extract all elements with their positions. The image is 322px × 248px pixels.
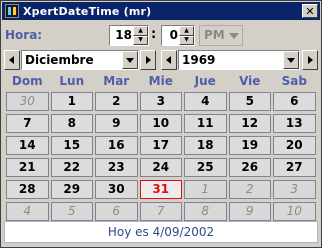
day-cell-other-month[interactable]: 4	[6, 202, 49, 221]
day-cell[interactable]: 14	[6, 136, 49, 155]
day-cell[interactable]: 5	[228, 92, 271, 111]
day-cell-other-month[interactable]: 6	[95, 202, 138, 221]
weekday-label: Vie	[239, 74, 261, 88]
close-icon: ✕	[305, 4, 315, 18]
window-title: XpertDateTime (mr)	[23, 4, 152, 18]
today-footer[interactable]: Hoy es 4/09/2002	[4, 221, 318, 243]
day-cell-other-month[interactable]: 2	[228, 180, 271, 199]
day-cell[interactable]: 7	[6, 114, 49, 133]
weekday-label: Mar	[103, 74, 130, 88]
day-cell[interactable]: 19	[228, 136, 271, 155]
day-cell-other-month[interactable]: 9	[228, 202, 271, 221]
time-separator: :	[151, 27, 157, 42]
year-dropdown-button[interactable]	[283, 51, 299, 69]
day-cell[interactable]: 21	[6, 158, 49, 177]
day-cell-other-month[interactable]: 5	[50, 202, 93, 221]
minute-value[interactable]: 0	[170, 28, 178, 42]
hour-value[interactable]: 18	[115, 28, 132, 42]
day-cell[interactable]: 18	[184, 136, 227, 155]
day-cell[interactable]: 12	[228, 114, 271, 133]
chevron-down-icon	[126, 58, 134, 63]
week-row: 4 5 6 7 8 9 10	[5, 201, 317, 222]
ampm-value: PM	[204, 28, 225, 42]
next-month-button[interactable]	[140, 50, 156, 70]
day-cell[interactable]: 8	[50, 114, 93, 133]
week-row: 30 1 2 3 4 5 6	[5, 91, 317, 112]
week-row: 14 15 16 17 18 19 20	[5, 135, 317, 156]
day-cell[interactable]: 10	[139, 114, 182, 133]
hour-up-button[interactable]: ▲	[133, 26, 148, 36]
arrow-left-icon	[166, 56, 171, 64]
prev-year-button[interactable]	[161, 50, 177, 70]
weekday-label: Mie	[148, 74, 173, 88]
day-cell-selected[interactable]: 31	[139, 180, 182, 199]
day-cell[interactable]: 13	[273, 114, 316, 133]
day-cell[interactable]: 30	[95, 180, 138, 199]
chevron-down-icon	[287, 58, 295, 63]
calendar-window: XpertDateTime (mr) ✕ Hora: 18 ▲ ▼ : 0 ▲ …	[0, 0, 322, 248]
weeks-container: 30 1 2 3 4 5 6 7 8 9 10 11 12 13 14 15 16 17 18 19 20 21 22 23 2…	[5, 91, 317, 222]
month-dropdown-button[interactable]	[122, 51, 138, 69]
hora-label: Hora:	[5, 28, 43, 42]
weekday-label: Jue	[194, 74, 216, 88]
day-cell[interactable]: 20	[273, 136, 316, 155]
title-bar[interactable]: XpertDateTime (mr) ✕	[2, 2, 320, 20]
chevron-down-icon	[229, 33, 239, 39]
weekday-label: Sab	[281, 74, 307, 88]
day-cell[interactable]: 25	[184, 158, 227, 177]
day-cell[interactable]: 4	[184, 92, 227, 111]
day-cell-other-month[interactable]: 30	[6, 92, 49, 111]
month-year-row: Diciembre 1969	[1, 50, 321, 70]
year-value: 1969	[182, 53, 216, 67]
day-cell-other-month[interactable]: 7	[139, 202, 182, 221]
day-cell[interactable]: 15	[50, 136, 93, 155]
day-cell-other-month[interactable]: 3	[273, 180, 316, 199]
time-row: Hora: 18 ▲ ▼ : 0 ▲ ▼ PM	[1, 25, 321, 47]
day-cell[interactable]: 1	[50, 92, 93, 111]
day-cell-other-month[interactable]: 8	[184, 202, 227, 221]
app-icon	[5, 4, 19, 18]
ampm-select[interactable]: PM	[199, 25, 243, 46]
weekday-header: Dom Lun Mar Mie Jue Vie Sab	[5, 72, 317, 90]
day-cell[interactable]: 28	[6, 180, 49, 199]
day-cell[interactable]: 2	[95, 92, 138, 111]
minute-up-button[interactable]: ▲	[179, 26, 194, 36]
day-cell[interactable]: 6	[273, 92, 316, 111]
minute-spinner[interactable]: 0 ▲ ▼	[161, 25, 195, 46]
arrow-right-icon	[146, 56, 151, 64]
weekday-label: Lun	[59, 74, 85, 88]
week-row: 7 8 9 10 11 12 13	[5, 113, 317, 134]
day-cell[interactable]: 27	[273, 158, 316, 177]
day-cell[interactable]: 11	[184, 114, 227, 133]
week-row: 28 29 30 31 1 2 3	[5, 179, 317, 200]
day-cell[interactable]: 3	[139, 92, 182, 111]
week-row: 21 22 23 24 25 26 27	[5, 157, 317, 178]
day-cell-other-month[interactable]: 10	[273, 202, 316, 221]
day-cell[interactable]: 16	[95, 136, 138, 155]
day-cell[interactable]: 26	[228, 158, 271, 177]
day-cell[interactable]: 17	[139, 136, 182, 155]
calendar-grid: Dom Lun Mar Mie Jue Vie Sab 30 1 2 3 4 5 6 7 8 9 10 11 12 1…	[5, 72, 317, 222]
weekday-label: Dom	[11, 74, 43, 88]
prev-month-button[interactable]	[4, 50, 20, 70]
month-select[interactable]: Diciembre	[21, 50, 139, 70]
day-cell[interactable]: 9	[95, 114, 138, 133]
day-cell[interactable]: 22	[50, 158, 93, 177]
hour-spinner[interactable]: 18 ▲ ▼	[109, 25, 149, 46]
day-cell[interactable]: 24	[139, 158, 182, 177]
next-year-button[interactable]	[302, 50, 318, 70]
hour-down-button[interactable]: ▼	[133, 35, 148, 45]
year-select[interactable]: 1969	[178, 50, 300, 70]
day-cell[interactable]: 29	[50, 180, 93, 199]
day-cell-other-month[interactable]: 1	[184, 180, 227, 199]
day-cell[interactable]: 23	[95, 158, 138, 177]
month-value: Diciembre	[25, 53, 94, 67]
arrow-right-icon	[308, 56, 313, 64]
close-button[interactable]: ✕	[302, 4, 318, 18]
minute-down-button[interactable]: ▼	[179, 35, 194, 45]
arrow-left-icon	[9, 56, 14, 64]
